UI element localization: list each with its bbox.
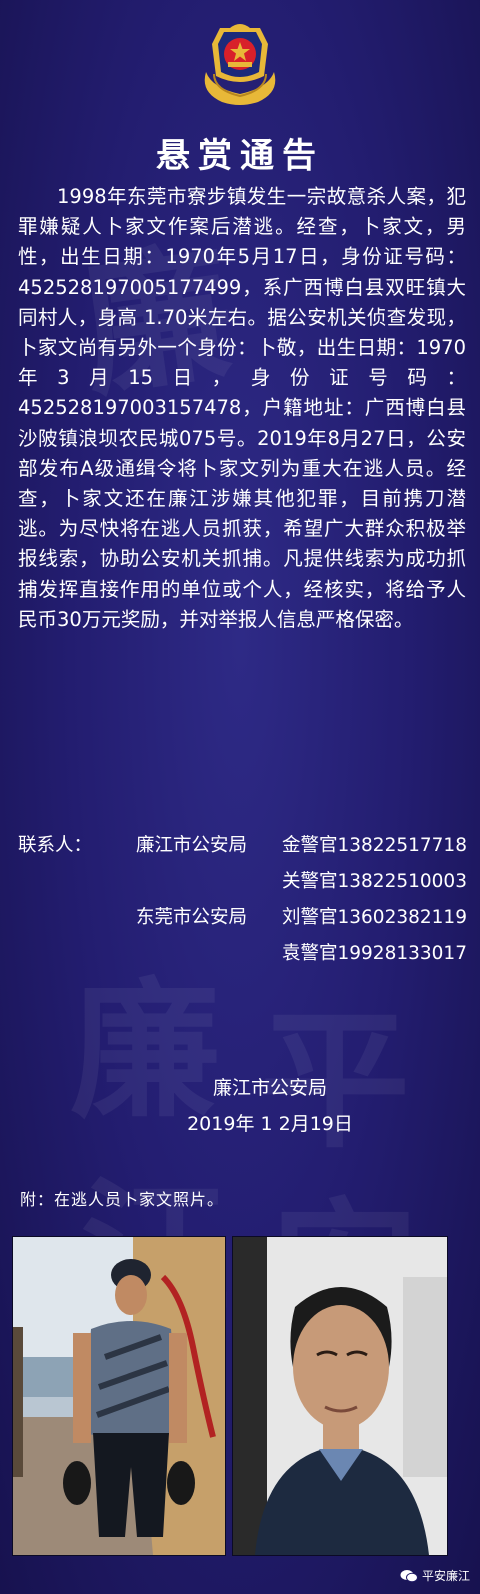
page-title: 悬赏通告 bbox=[156, 136, 324, 176]
contact-row: 关警官13822510003 bbox=[18, 864, 468, 900]
source-watermark: 平安廉江 bbox=[400, 1567, 470, 1584]
attachment-caption: 附：在逃人员卜家文照片。 bbox=[20, 1190, 225, 1209]
contact-org: 廉江市公安局 bbox=[136, 835, 248, 856]
contact-officer: 关警官13822510003 bbox=[282, 871, 467, 892]
wechat-icon bbox=[400, 1569, 418, 1583]
notice-body: 1998年东莞市寮步镇发生一宗故意杀人案，犯罪嫌疑人卜家文作案后潜逃。经查，卜家… bbox=[18, 182, 466, 635]
contact-org bbox=[136, 864, 282, 900]
contact-row: 联系人： 廉江市公安局 金警官13822517718 bbox=[18, 828, 468, 864]
suspect-photo-full-body bbox=[12, 1236, 226, 1556]
contact-officer: 金警官13822517718 bbox=[282, 835, 467, 856]
contact-org: 东莞市公安局 bbox=[136, 907, 248, 928]
contact-row: 袁警官19928133017 bbox=[18, 936, 468, 972]
issue-date: 2019年 1 2月19日 bbox=[187, 1113, 353, 1135]
notice-paragraph: 1998年东莞市寮步镇发生一宗故意杀人案，犯罪嫌疑人卜家文作案后潜逃。经查，卜家… bbox=[18, 185, 466, 631]
source-account-name: 平安廉江 bbox=[421, 1569, 470, 1583]
contact-label: 联系人： bbox=[18, 835, 93, 856]
contact-row: 东莞市公安局 刘警官13602382119 bbox=[18, 900, 468, 936]
signoff: 廉江市公安局 2019年 1 2月19日 bbox=[0, 1070, 480, 1142]
contact-officer: 刘警官13602382119 bbox=[282, 907, 467, 928]
contact-list: 联系人： 廉江市公安局 金警官13822517718 关警官1382251000… bbox=[18, 828, 468, 972]
police-emblem-icon bbox=[192, 14, 288, 110]
contact-org bbox=[136, 936, 282, 972]
notice-poster: 廉 廉 平 江 安 悬赏通告 1998年东莞市寮步镇发生一宗故意杀人案，犯罪嫌疑… bbox=[0, 0, 480, 1594]
watermark-char: 平 bbox=[260, 993, 411, 1169]
issuer-name: 廉江市公安局 bbox=[212, 1077, 327, 1099]
suspect-photo-portrait bbox=[232, 1236, 448, 1556]
contact-officer: 袁警官19928133017 bbox=[282, 943, 467, 964]
